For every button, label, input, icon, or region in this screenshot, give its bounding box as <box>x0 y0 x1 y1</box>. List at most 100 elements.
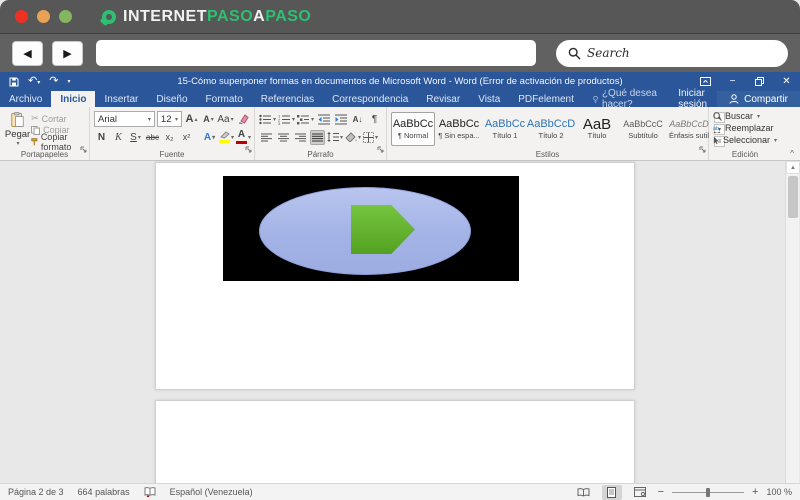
fuente-dialog-launcher-icon[interactable] <box>245 140 252 158</box>
back-button[interactable]: ◀ <box>12 40 43 66</box>
bullets-icon[interactable]: ▾ <box>259 112 276 127</box>
sort-icon[interactable]: A↓ <box>350 112 365 127</box>
zoom-level[interactable]: 100 % <box>766 487 792 497</box>
account-area: Iniciar sesión Compartir <box>668 88 800 110</box>
replace-button[interactable]: ab Reemplazar <box>713 122 777 134</box>
quick-access-toolbar: ↶▾ ↷ ▾ <box>0 76 70 87</box>
close-traffic-icon[interactable] <box>15 10 28 23</box>
font-size-select[interactable]: 12 ▾ <box>156 111 182 127</box>
tab-insertar[interactable]: Insertar <box>95 91 147 107</box>
vertical-scrollbar[interactable]: ▲ <box>785 161 800 483</box>
customize-qat-icon[interactable]: ▾ <box>67 79 70 85</box>
language-indicator[interactable]: Español (Venezuela) <box>170 487 253 497</box>
select-button[interactable]: Seleccionar ▾ <box>713 134 777 146</box>
tab-archivo[interactable]: Archivo <box>0 91 51 107</box>
group-label-parrafo: Párrafo <box>307 150 334 159</box>
font-family-select[interactable]: Arial ▾ <box>94 111 155 127</box>
sign-in-button[interactable]: Iniciar sesión <box>668 88 717 110</box>
word-count[interactable]: 664 palabras <box>78 487 130 497</box>
tab-vista[interactable]: Vista <box>469 91 509 107</box>
group-label-estilos: Estilos <box>535 150 560 159</box>
paste-button[interactable]: Pegar ▾ <box>4 110 31 147</box>
zoom-traffic-icon[interactable] <box>59 10 72 23</box>
tab-correspondencia[interactable]: Correspondencia <box>323 91 417 107</box>
shrink-font-button[interactable]: A ▾ <box>201 112 216 127</box>
close-button[interactable]: ✕ <box>773 72 800 91</box>
change-case-button[interactable]: Aa ▾ <box>217 112 233 127</box>
increase-indent-icon[interactable] <box>333 112 348 127</box>
document-page-1[interactable] <box>155 162 635 390</box>
tab-diseno[interactable]: Diseño <box>147 91 196 107</box>
italic-button[interactable]: K <box>111 130 126 145</box>
style-subtitulo[interactable]: AaBbCcC Subtítulo <box>621 112 665 146</box>
save-icon[interactable] <box>9 77 19 87</box>
find-button[interactable]: Buscar ▾ <box>713 110 777 122</box>
print-layout-icon[interactable] <box>601 484 622 500</box>
portapapeles-dialog-launcher-icon[interactable] <box>80 140 87 158</box>
svg-text:3: 3 <box>278 120 281 124</box>
read-mode-icon[interactable] <box>574 485 594 500</box>
align-left-icon[interactable] <box>259 130 274 145</box>
style-titulo-1[interactable]: AaBbCc Título 1 <box>483 112 527 146</box>
format-painter-button[interactable]: Copiar formato <box>31 132 85 152</box>
align-right-icon[interactable] <box>293 130 308 145</box>
show-marks-icon[interactable]: ¶ <box>367 112 382 127</box>
estilos-dialog-launcher-icon[interactable] <box>699 140 706 158</box>
bold-button[interactable]: N <box>94 130 109 145</box>
highlighter-icon <box>220 131 230 139</box>
web-layout-icon[interactable] <box>630 485 650 500</box>
shading-icon[interactable]: ▾ <box>345 130 361 145</box>
multilevel-list-icon[interactable]: ▾ <box>297 112 314 127</box>
decrease-indent-icon[interactable] <box>316 112 331 127</box>
search-box[interactable]: Search <box>556 39 788 67</box>
redo-icon[interactable]: ↷ <box>49 76 58 87</box>
page-indicator[interactable]: Página 2 de 3 <box>8 487 64 497</box>
clear-formatting-icon[interactable] <box>235 112 250 127</box>
black-rectangle-shape[interactable] <box>223 176 519 281</box>
cut-button[interactable]: ✂ Cortar <box>31 113 85 124</box>
underline-button[interactable]: S ▾ <box>128 130 143 145</box>
tab-formato[interactable]: Formato <box>197 91 252 107</box>
justify-icon[interactable] <box>310 129 325 145</box>
zoom-out-button[interactable]: − <box>658 486 664 498</box>
tab-pdfelement[interactable]: PDFelement <box>509 91 583 107</box>
collapse-ribbon-icon[interactable]: ^ <box>790 149 794 158</box>
tab-revisar[interactable]: Revisar <box>417 91 469 107</box>
zoom-in-button[interactable]: + <box>752 486 758 498</box>
minimize-traffic-icon[interactable] <box>37 10 50 23</box>
superscript-button[interactable]: x² <box>179 130 194 145</box>
align-center-icon[interactable] <box>276 130 291 145</box>
forward-button[interactable]: ▶ <box>52 40 83 66</box>
style-normal[interactable]: AaBbCc ¶ Normal <box>391 112 435 146</box>
style-titulo-2[interactable]: AaBbCcD Título 2 <box>527 112 575 146</box>
address-bar-input[interactable] <box>96 40 536 66</box>
document-page-2[interactable] <box>155 400 635 490</box>
restore-button[interactable] <box>746 72 773 91</box>
parrafo-dialog-launcher-icon[interactable] <box>377 140 384 158</box>
tell-me-box[interactable]: ¿Qué desea hacer? <box>583 88 668 110</box>
style-titulo[interactable]: AaB Título <box>575 112 619 146</box>
brand-text: INTERNETPASOAPASO <box>123 7 312 25</box>
strikethrough-button[interactable]: abc <box>145 130 160 145</box>
grow-font-button[interactable]: A ▴ <box>184 112 199 127</box>
group-label-fuente: Fuente <box>159 150 185 159</box>
line-spacing-icon[interactable]: ▾ <box>327 130 343 145</box>
highlight-color-button[interactable]: ▾ <box>219 130 234 145</box>
numbering-icon[interactable]: 1 2 3 ▾ <box>278 112 295 127</box>
scrollbar-thumb[interactable] <box>788 176 798 218</box>
scroll-up-icon[interactable]: ▲ <box>786 161 800 174</box>
share-button[interactable]: Compartir <box>717 91 800 107</box>
group-estilos: AaBbCc ¶ Normal AaBbCc ¶ Sin espa... AaBbC… <box>387 107 725 160</box>
proofing-status-icon[interactable] <box>144 487 156 497</box>
tab-inicio[interactable]: Inicio <box>51 91 96 107</box>
style-sin-espaciado[interactable]: AaBbCc ¶ Sin espa... <box>437 112 481 146</box>
tab-referencias[interactable]: Referencias <box>252 91 323 107</box>
zoom-slider-thumb[interactable] <box>705 487 710 497</box>
subscript-button[interactable]: x₂ <box>162 130 177 145</box>
borders-icon[interactable]: ▾ <box>363 130 378 145</box>
text-effects-button[interactable]: A ▾ <box>202 130 217 145</box>
undo-icon[interactable]: ↶▾ <box>28 76 40 87</box>
minimize-button[interactable]: − <box>719 72 746 91</box>
svg-text:ab: ab <box>713 126 719 132</box>
zoom-slider[interactable] <box>672 487 745 497</box>
